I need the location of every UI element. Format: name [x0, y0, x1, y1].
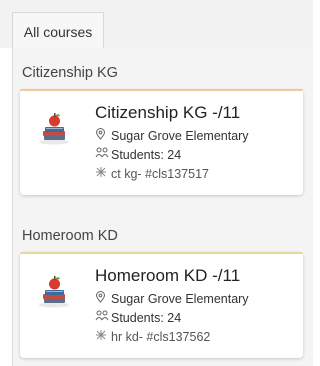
- location-pin-icon: [95, 128, 111, 143]
- class-code-icon: [95, 329, 111, 344]
- class-code: ct kg- #cls137517: [111, 167, 209, 181]
- class-code: hr kd- #cls137562: [111, 330, 211, 344]
- card-accent-line: [20, 89, 303, 91]
- course-card[interactable]: Citizenship KG -/11 Sugar Grove Elementa…: [20, 89, 303, 195]
- students-row: Students: 24: [95, 147, 181, 162]
- card-accent-line: [20, 252, 303, 254]
- school-row: Sugar Grove Elementary: [95, 128, 249, 143]
- course-card[interactable]: Homeroom KD -/11 Sugar Grove Elementary …: [20, 252, 303, 358]
- code-row: hr kd- #cls137562: [95, 329, 210, 344]
- course-title[interactable]: Homeroom KD -/11: [95, 266, 240, 286]
- apple-books-icon: [39, 276, 69, 308]
- students-count: Students: 24: [111, 311, 182, 325]
- apple-books-icon: [39, 113, 69, 145]
- class-code-icon: [95, 166, 111, 181]
- group-heading: Homeroom KD: [22, 228, 118, 244]
- tab-all-courses[interactable]: All courses: [12, 12, 104, 49]
- school-row: Sugar Grove Elementary: [95, 291, 249, 306]
- school-name: Sugar Grove Elementary: [111, 129, 249, 143]
- students-row: Students: 24: [95, 310, 181, 325]
- course-title[interactable]: Citizenship KG -/11: [95, 103, 240, 123]
- students-icon: [95, 147, 111, 162]
- students-count: Students: 24: [111, 148, 182, 162]
- code-row: ct kg- #cls137517: [95, 166, 209, 181]
- students-icon: [95, 310, 111, 325]
- school-name: Sugar Grove Elementary: [111, 292, 249, 306]
- group-heading: Citizenship KG: [22, 65, 118, 81]
- location-pin-icon: [95, 291, 111, 306]
